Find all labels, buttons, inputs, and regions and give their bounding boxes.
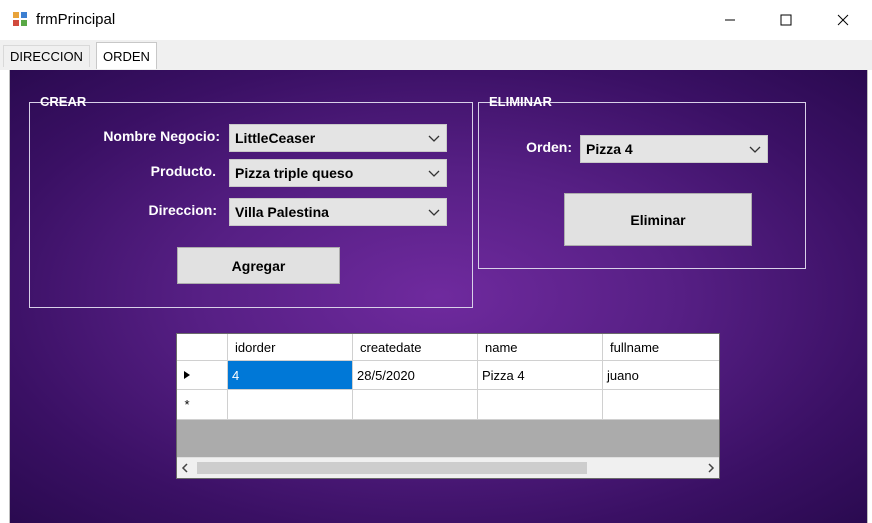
window-title: frmPrincipal <box>36 11 116 28</box>
grid-corner-header <box>177 334 228 361</box>
scrollbar-thumb[interactable] <box>197 462 587 474</box>
row-pointer-icon <box>184 371 190 379</box>
orden-select-value: Pizza 4 <box>586 141 633 157</box>
eliminar-button[interactable]: Eliminar <box>564 193 752 246</box>
new-row-cell-fullname[interactable] <box>603 390 719 420</box>
orden-select[interactable]: Pizza 4 <box>580 135 768 163</box>
chevron-down-icon <box>428 135 440 142</box>
scroll-left-icon[interactable] <box>181 463 189 473</box>
grid-cell-idorder[interactable]: 4 <box>228 361 353 390</box>
grid-horizontal-scrollbar[interactable] <box>177 457 719 478</box>
grid-cell-createdate[interactable]: 28/5/2020 <box>353 361 478 390</box>
negocio-label: Nombre Negocio: <box>103 128 220 144</box>
chevron-down-icon <box>749 146 761 153</box>
row-header-current[interactable] <box>177 361 228 390</box>
maximize-button[interactable] <box>758 0 814 40</box>
chevron-down-icon <box>428 209 440 216</box>
orden-panel: CREAR Nombre Negocio: LittleCeaser Produ… <box>9 70 868 523</box>
column-header-createdate[interactable]: createdate <box>353 334 478 361</box>
tab-orden[interactable]: ORDEN <box>96 42 157 69</box>
grid-cell-name[interactable]: Pizza 4 <box>478 361 603 390</box>
column-header-name[interactable]: name <box>478 334 603 361</box>
orders-grid[interactable]: idorder createdate name fullname 4 28/5/… <box>176 333 720 479</box>
producto-label: Producto. <box>150 163 216 179</box>
grid-cell-fullname[interactable]: juano <box>603 361 719 390</box>
maximize-icon <box>780 14 792 26</box>
app-icon <box>13 12 27 26</box>
agregar-button[interactable]: Agregar <box>177 247 340 284</box>
producto-select[interactable]: Pizza triple queso <box>229 159 447 187</box>
close-button[interactable] <box>815 0 871 40</box>
scroll-right-icon[interactable] <box>707 463 715 473</box>
negocio-select-value: LittleCeaser <box>235 130 316 146</box>
direccion-label: Direccion: <box>148 202 217 218</box>
chevron-down-icon <box>428 170 440 177</box>
column-header-fullname[interactable]: fullname <box>603 334 719 361</box>
row-header-new[interactable]: * <box>177 390 228 420</box>
minimize-icon <box>725 19 735 21</box>
new-row-asterisk-icon: * <box>184 397 190 412</box>
new-row-cell-idorder[interactable] <box>228 390 353 420</box>
tab-direccion[interactable]: DIRECCION <box>3 45 90 67</box>
producto-select-value: Pizza triple queso <box>235 165 354 181</box>
column-header-idorder[interactable]: idorder <box>228 334 353 361</box>
title-bar: frmPrincipal <box>0 0 872 40</box>
crear-group-title: CREAR <box>40 94 87 109</box>
eliminar-group-title: ELIMINAR <box>489 94 552 109</box>
minimize-button[interactable] <box>702 0 758 40</box>
close-icon <box>837 14 849 26</box>
tab-strip: DIRECCION ORDEN <box>0 40 872 70</box>
direccion-select[interactable]: Villa Palestina <box>229 198 447 226</box>
new-row-cell-name[interactable] <box>478 390 603 420</box>
orden-label: Orden: <box>526 139 572 155</box>
new-row-cell-createdate[interactable] <box>353 390 478 420</box>
direccion-select-value: Villa Palestina <box>235 204 329 220</box>
negocio-select[interactable]: LittleCeaser <box>229 124 447 152</box>
